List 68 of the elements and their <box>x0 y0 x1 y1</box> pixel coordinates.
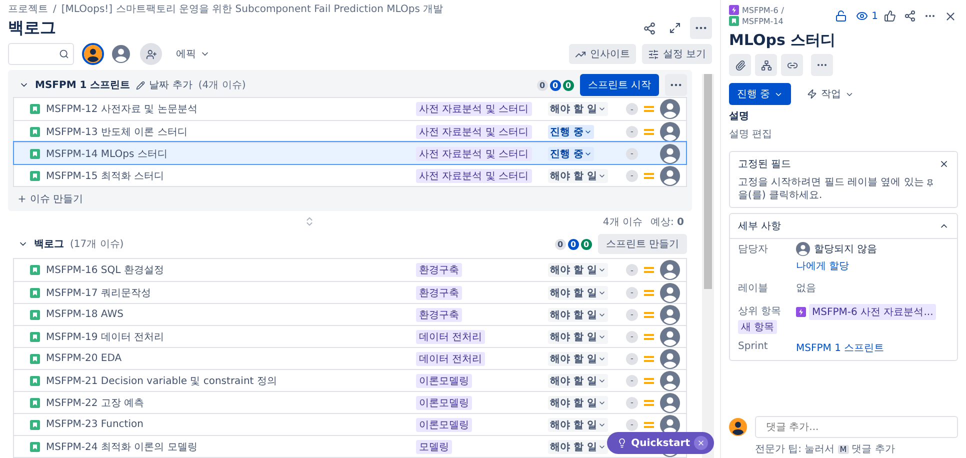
breadcrumb-separator: / <box>53 4 56 14</box>
estimate-badge: - <box>626 126 638 138</box>
issue-count-badge: 0 <box>568 238 579 250</box>
field-label: 상위 항목 <box>738 305 782 318</box>
new-badge: 새 항목 <box>738 320 778 334</box>
issue-summary: MSFPM-24 최적화 이론의 모델링 <box>46 440 198 454</box>
epic-label: 환경구축 <box>416 286 462 300</box>
estimate-badge: - <box>626 103 638 115</box>
keyboard-key: M <box>838 444 849 454</box>
issue-summary: MSFPM-22 고장 예측 <box>46 396 146 410</box>
issue-count-badge: 0 <box>562 80 574 90</box>
backlog-title: 백로그 <box>34 238 64 252</box>
estimate-badge: - <box>626 308 638 320</box>
epic-label: 이론모델링 <box>416 418 472 432</box>
sprint-issue-total: 4개 이슈 <box>602 216 642 229</box>
description-label: 설명 <box>729 110 750 123</box>
estimate-badge: - <box>626 286 638 298</box>
sprint-title: MSFPM 1 스프린트 <box>35 79 130 92</box>
issue-summary: MSFPM-16 SQL 환경설정 <box>46 264 165 277</box>
issue-summary: MSFPM-15 최적화 스터디 <box>46 170 166 182</box>
issue-summary: MSFPM-21 Decision variable 및 constraint 정의 <box>46 374 278 388</box>
issue-summary: MSFPM-20 EDA <box>46 353 123 364</box>
field-label: Sprint <box>738 341 769 352</box>
issue-count-badge: 0 <box>554 238 566 250</box>
issue-count-badge: 0 <box>550 80 561 90</box>
issue-summary: MSFPM-13 반도체 이론 스터디 <box>46 126 188 138</box>
estimate-badge: - <box>626 352 638 364</box>
pinned-help-text: 을(를) 클릭하세요. <box>738 189 822 202</box>
issue-summary: MSFPM-12 사전자료 및 논문분석 <box>46 103 198 116</box>
epic-label: 모델링 <box>416 440 452 454</box>
page-title: 백로그 <box>8 18 56 38</box>
estimate-badge: - <box>626 148 638 160</box>
issue-summary: MSFPM-17 쿼리문작성 <box>46 286 152 300</box>
issue-count-badge: 0 <box>536 80 548 90</box>
tip-text: 전문가 팁: 눌러서 <box>755 443 835 456</box>
card-title: 세부 사항 <box>738 220 782 233</box>
estimate-total: 예상: 0 <box>650 216 684 229</box>
assignee-value: 할당되지 않음 <box>814 243 878 256</box>
estimate-badge: - <box>626 170 638 182</box>
epic-label: 사전 자료분석 및 스터디 <box>416 124 532 138</box>
epic-label: 데이터 전처리 <box>416 352 486 366</box>
breadcrumb-separator: / <box>781 6 784 14</box>
field-label: 레이블 <box>738 282 769 295</box>
card-title: 고정된 필드 <box>738 158 792 171</box>
epic-label: 환경구축 <box>416 263 462 277</box>
issue-summary: MSFPM-18 AWS <box>46 309 124 320</box>
epic-label: 사전 자료분석 및 스터디 <box>416 168 532 182</box>
estimate-badge: - <box>626 264 638 276</box>
epic-label: 사전 자료분석 및 스터디 <box>416 102 532 116</box>
estimate-badge: - <box>626 396 638 408</box>
estimate-badge: - <box>626 418 638 430</box>
issue-count: (17개 이슈) <box>70 238 124 252</box>
pinned-help-text: 고정을 시작하려면 필드 레이블 옆에 있는 <box>738 176 924 189</box>
issue-title: MLOps 스터디 <box>729 31 837 50</box>
epic-label: 사전 자료분석 및 스터디 <box>416 146 532 160</box>
issue-summary: MSFPM-14 MLOps 스터디 <box>46 148 168 160</box>
epic-label: 환경구축 <box>416 308 462 322</box>
issue-count-badge: 0 <box>580 238 592 250</box>
issue-count: (4개 이슈) <box>198 79 246 92</box>
epic-label: 이론모델링 <box>416 396 472 410</box>
issue-summary: MSFPM-23 Function <box>46 419 144 430</box>
issue-summary: MSFPM-19 데이터 전처리 <box>46 330 166 344</box>
estimate-badge: - <box>626 330 638 342</box>
estimate-badge: - <box>626 374 638 386</box>
tip-text: 댓글 추가 <box>852 443 895 456</box>
field-label: 담당자 <box>738 243 769 256</box>
epic-label: 데이터 전처리 <box>416 330 486 344</box>
epic-label: 이론모델링 <box>416 374 472 388</box>
